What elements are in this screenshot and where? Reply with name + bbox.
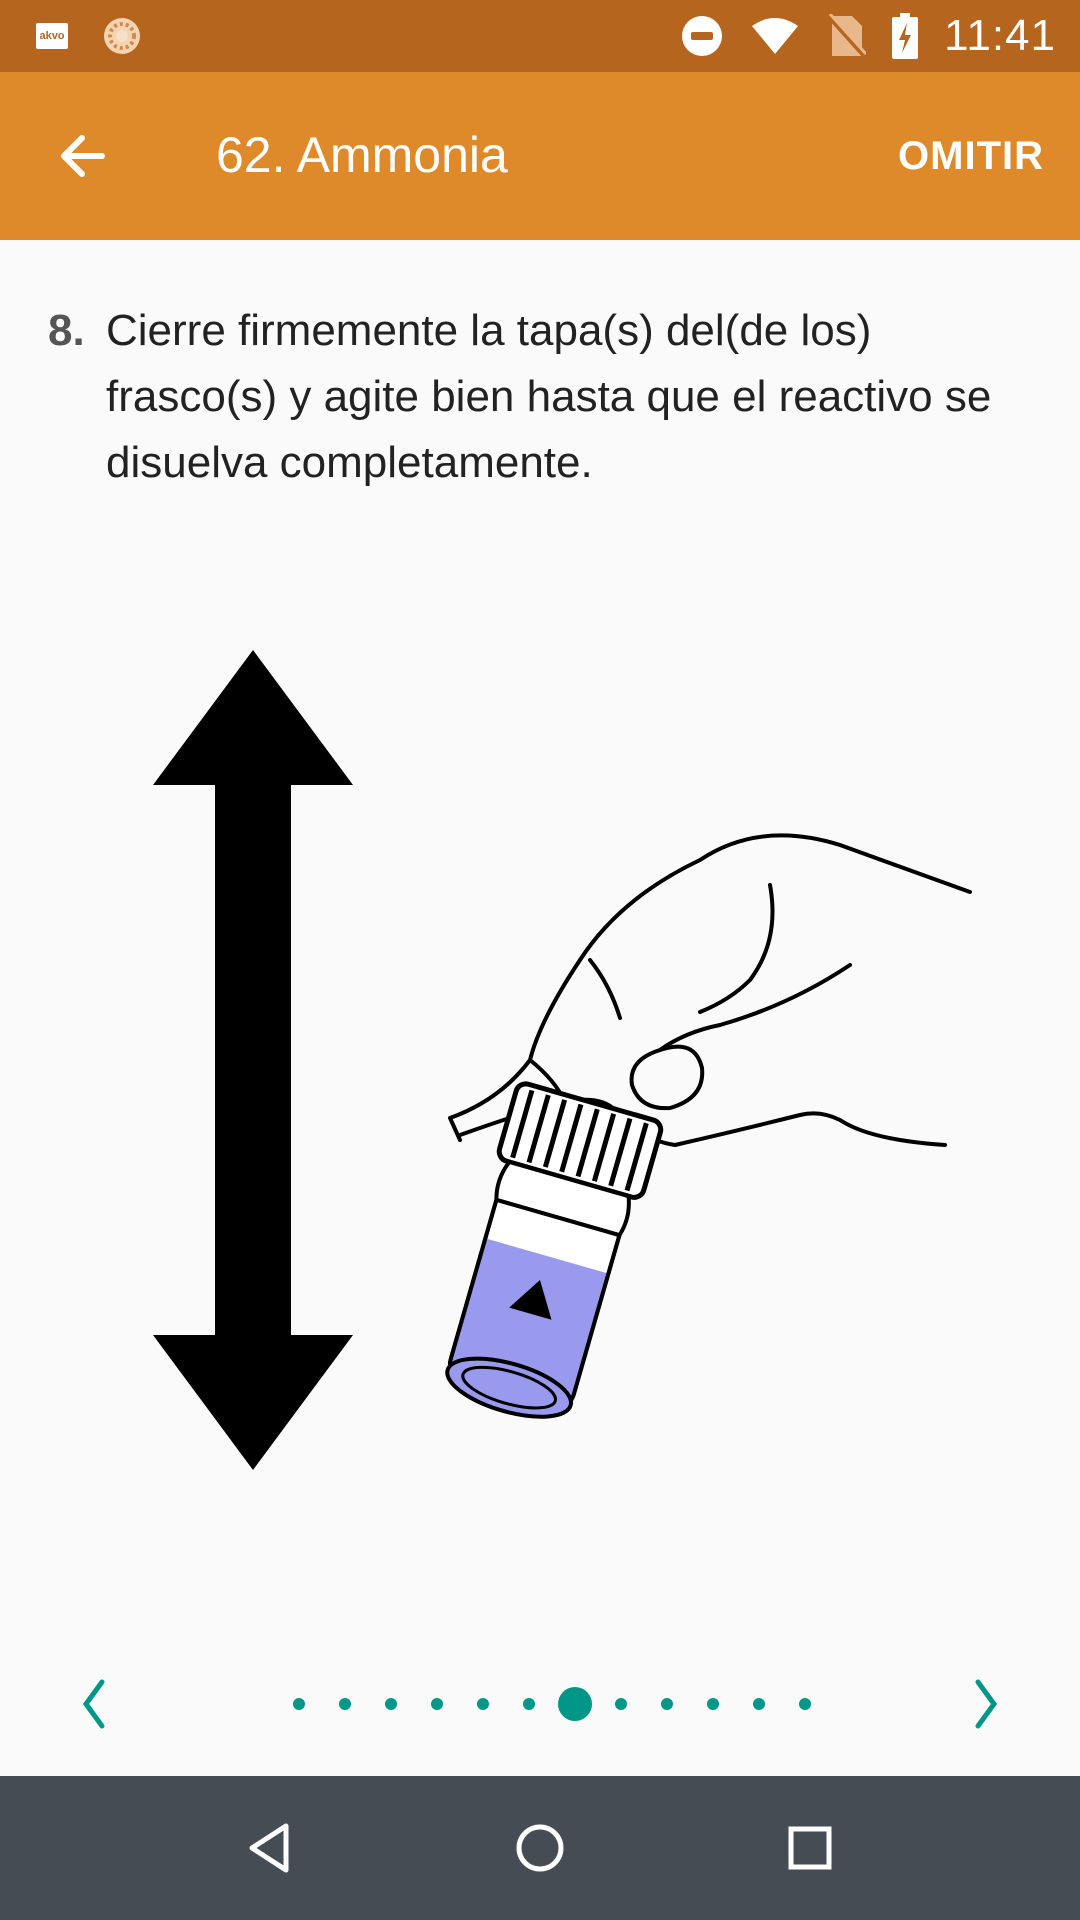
pager-dot[interactable]	[615, 1698, 627, 1710]
pager-dots	[0, 1660, 1080, 1748]
step-pager	[0, 1660, 1080, 1748]
home-circle-icon	[516, 1824, 564, 1872]
status-clock: 11:41	[944, 11, 1056, 60]
system-nav-bar	[0, 1776, 1080, 1920]
back-triangle-icon	[249, 1823, 289, 1873]
back-button[interactable]	[52, 124, 116, 188]
recents-square-icon	[788, 1826, 832, 1870]
pager-dot[interactable]	[431, 1698, 443, 1710]
nav-home-button[interactable]	[512, 1820, 568, 1876]
status-right: 11:41	[680, 0, 1056, 72]
pager-dot[interactable]	[293, 1698, 305, 1710]
shake-vial-illustration	[153, 650, 972, 1470]
sync-icon	[104, 18, 140, 54]
do-not-disturb-icon	[682, 16, 723, 56]
pager-dot-active[interactable]	[558, 1687, 592, 1721]
akvo-app-icon-text: akvo	[39, 30, 65, 42]
page-title: 62. Ammonia	[216, 127, 508, 183]
nav-back-button[interactable]	[242, 1820, 298, 1876]
status-bar: akvo 11:41	[0, 0, 1080, 72]
pager-dot[interactable]	[753, 1698, 765, 1710]
up-down-arrow-icon	[153, 650, 353, 1470]
status-left: akvo	[36, 16, 142, 56]
no-sim-icon	[826, 14, 867, 58]
wifi-icon	[752, 18, 799, 54]
pager-dot[interactable]	[385, 1698, 397, 1710]
app-bar: 62. Ammonia OMITIR	[0, 72, 1080, 240]
step-text: Cierre firmemente la tapa(s) del(de los)…	[106, 306, 992, 487]
nav-recents-button[interactable]	[782, 1820, 838, 1876]
instruction-step: 8. Cierre firmemente la tapa(s) del(de l…	[48, 298, 1028, 496]
pager-dot[interactable]	[523, 1698, 535, 1710]
skip-button[interactable]: OMITIR	[898, 134, 1044, 179]
akvo-app-icon: akvo	[36, 23, 68, 49]
battery-charging-icon	[892, 13, 919, 59]
pager-dot[interactable]	[799, 1698, 811, 1710]
pager-dot[interactable]	[477, 1698, 489, 1710]
pager-dot[interactable]	[339, 1698, 351, 1710]
next-step-button[interactable]	[956, 1674, 1016, 1734]
chevron-right-icon	[975, 1679, 998, 1729]
step-number: 8.	[48, 306, 85, 355]
pager-dot[interactable]	[661, 1698, 673, 1710]
pager-dot[interactable]	[707, 1698, 719, 1710]
arrow-left-icon	[61, 135, 105, 177]
